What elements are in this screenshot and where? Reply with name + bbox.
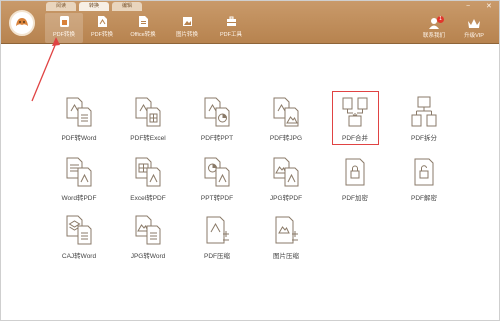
tile-label: Word转PDF <box>61 195 97 202</box>
tile-label: PDF转Excel <box>130 135 166 142</box>
excel-to-pdf-icon <box>135 157 161 187</box>
tile-pdf-encrypt[interactable]: PDF加密 <box>325 156 385 218</box>
pdf-to-excel-icon <box>135 97 161 127</box>
tile-label: PDF压缩 <box>204 253 230 260</box>
jpg-to-pdf-icon <box>273 157 299 187</box>
tile-label: PDF加密 <box>342 195 368 202</box>
tile-jpg-to-word[interactable]: JPG转Word <box>118 214 178 276</box>
tile-jpg-to-pdf[interactable]: JPG转PDF <box>256 156 316 218</box>
word-to-pdf-icon <box>66 157 92 187</box>
tile-word-to-pdf[interactable]: Word转PDF <box>49 156 109 218</box>
tile-pdf-to-ppt[interactable]: PDF转PPT <box>187 96 247 158</box>
tile-label: CAJ转Word <box>61 253 97 260</box>
tile-pdf-decrypt[interactable]: PDF解密 <box>394 156 454 218</box>
tile-label: JPG转Word <box>130 253 166 260</box>
tile-caj-to-word[interactable]: CAJ转Word <box>49 214 109 276</box>
tile-label: PDF转JPG <box>269 135 303 142</box>
pdf-to-jpg-icon <box>273 97 299 127</box>
tile-pdf-to-word[interactable]: PDF转Word <box>49 96 109 158</box>
tile-pdf-to-jpg[interactable]: PDF转JPG <box>256 96 316 158</box>
image-compress-icon <box>275 216 298 244</box>
tile-label: PDF解密 <box>411 195 437 202</box>
pdf-to-ppt-icon <box>204 97 230 127</box>
pdf-split-icon <box>411 96 437 127</box>
tools-grid: PDF转Word PDF转Excel PDF转PPT PDF转JPG PDF合并… <box>1 1 500 321</box>
tile-image-compress[interactable]: 图片压缩 <box>256 214 316 276</box>
tile-label: PPT转PDF <box>200 195 234 202</box>
ppt-to-pdf-icon <box>204 157 230 187</box>
tile-pdf-compress[interactable]: PDF压缩 <box>187 214 247 276</box>
tile-label: 图片压缩 <box>273 253 299 260</box>
jpg-to-word-icon <box>135 215 161 245</box>
tile-pdf-to-excel[interactable]: PDF转Excel <box>118 96 178 158</box>
merge-highlight-box <box>332 91 379 145</box>
tile-label: Excel转PDF <box>130 195 166 202</box>
lock-closed-icon <box>345 158 365 186</box>
tile-ppt-to-pdf[interactable]: PPT转PDF <box>187 156 247 218</box>
tile-label: JPG转PDF <box>269 195 303 202</box>
app-window: 阅读 转换 编辑 PDF转换 PDF转换 Office转换 图片转换 PDF工具… <box>0 0 500 321</box>
tile-label: PDF转Word <box>61 135 97 142</box>
tile-excel-to-pdf[interactable]: Excel转PDF <box>118 156 178 218</box>
tile-label: PDF拆分 <box>411 135 437 142</box>
lock-open-icon <box>414 158 434 186</box>
caj-to-word-icon <box>66 215 92 245</box>
tile-pdf-split[interactable]: PDF拆分 <box>394 96 454 158</box>
pdf-compress-icon <box>206 216 229 244</box>
pdf-to-word-icon <box>66 97 92 127</box>
tile-label: PDF转PPT <box>200 135 234 142</box>
